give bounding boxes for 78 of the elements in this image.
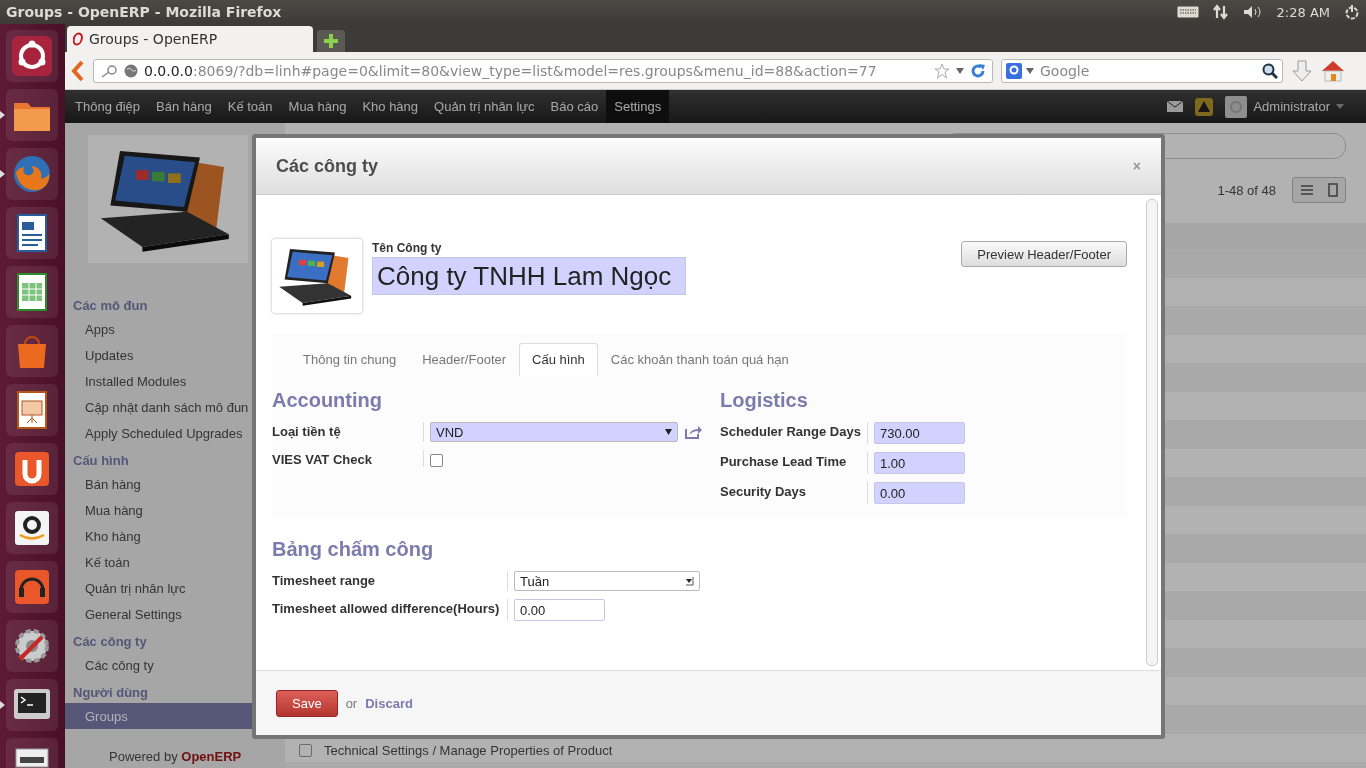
brand-link[interactable]: OpenERP [181,749,242,764]
field-label: VIES VAT Check [272,450,424,467]
browser-tab[interactable]: Groups - OpenERP [67,26,313,52]
ubuntu-logo-icon[interactable] [11,35,53,77]
keyboard-icon[interactable] [1176,6,1199,18]
back-icon[interactable] [71,59,85,82]
menu-item[interactable]: Settings [606,90,670,123]
caret-icon[interactable] [1026,67,1034,74]
number-field[interactable]: 1.00 [874,452,965,474]
caret-icon [665,429,672,435]
url-field[interactable]: 0.0.0.0:8069/?db=linh#page=0&limit=80&view_type=list&model=res.groups&menu_id=88&action=77 [93,58,993,83]
powered-by: Powered by OpenERP [108,748,243,766]
user-menu[interactable]: Administrator [1225,95,1344,118]
menu-item[interactable]: Kế toán [219,90,281,123]
field-label: Timesheet range [272,571,508,591]
table-cell: Technical Settings / Manage Properties of Product [324,743,613,758]
caret-icon [685,576,694,586]
firefox-icon[interactable] [11,153,53,195]
network-icon[interactable] [1212,4,1229,20]
mail-icon[interactable] [1167,101,1184,112]
tab[interactable]: Thông tin chung [290,343,410,376]
sidebar-heading: Người dùng [72,684,149,702]
checkbox[interactable] [430,454,443,467]
menu-item[interactable]: Kho hàng [354,90,427,123]
section-heading: Accounting [272,389,383,412]
currency-select[interactable]: VND [430,422,678,442]
pager: 1-48 of 48 [1217,182,1276,198]
menu-item[interactable]: Mua hàng [280,90,355,123]
search-engine-icon[interactable] [1006,62,1022,79]
favicon-icon [73,32,85,46]
field-label: Loại tiền tệ [272,422,424,442]
sidebar-heading: Các mô đun [72,297,149,315]
window-title: Groups - OpenERP - Mozilla Firefox [6,4,282,20]
volume-icon[interactable] [1242,4,1263,20]
range-select[interactable]: Tuần [514,571,700,591]
view-switcher[interactable] [1292,177,1346,203]
tab[interactable]: Cấu hình [519,343,598,376]
new-tab-button[interactable] [317,30,345,52]
dialog-title: Các công ty [276,155,379,177]
number-field[interactable]: 730.00 [874,422,965,444]
sidebar-heading: Các công ty [72,633,148,651]
form-view-icon[interactable] [1327,183,1338,197]
section-heading: Logistics [720,389,809,412]
avatar-icon [1225,95,1248,118]
search-icon[interactable] [1262,62,1278,79]
tab[interactable]: Header/Footer [409,343,520,376]
caret-icon [1336,104,1344,109]
company-name-field[interactable]: Công ty TNHH Lam Ngọc [372,257,686,295]
menu-item[interactable]: Quản trị nhân lực [426,90,543,123]
reload-icon[interactable] [970,62,986,79]
caret-icon[interactable] [956,67,964,74]
external-link-icon[interactable] [684,425,702,439]
list-view-icon[interactable] [1300,185,1313,195]
globe-icon [124,63,138,78]
power-icon[interactable] [1344,4,1360,20]
menu-item[interactable]: Bán hàng [148,90,220,123]
search-field[interactable]: Google [1001,58,1283,83]
warning-icon[interactable] [1195,97,1214,116]
field-label: Timesheet allowed difference(Hours) [272,599,508,621]
or-text: or [345,695,358,711]
clock[interactable]: 2:28 AM [1276,4,1330,20]
field-label: Tên Công ty [372,241,443,255]
field-label: Purchase Lead Time [720,452,868,474]
home-icon[interactable] [1321,58,1345,83]
tab[interactable]: Các khoản thanh toán quá hạn [597,343,802,376]
menu-item[interactable]: Thông điệp [67,90,149,123]
field-label: Scheduler Range Days [720,422,868,444]
plus-icon [323,33,339,49]
number-field[interactable]: 0.00 [514,599,605,621]
preview-button[interactable]: Preview Header/Footer [961,241,1127,267]
save-button[interactable]: Save [276,689,338,717]
scrollbar[interactable] [1146,199,1158,666]
section-heading: Bảng chấm công [272,538,435,561]
field-label: Security Days [720,482,868,504]
number-field[interactable]: 0.00 [874,482,965,504]
row-checkbox[interactable] [299,744,312,757]
star-icon[interactable] [934,62,950,79]
discard-link[interactable]: Discard [365,695,413,711]
